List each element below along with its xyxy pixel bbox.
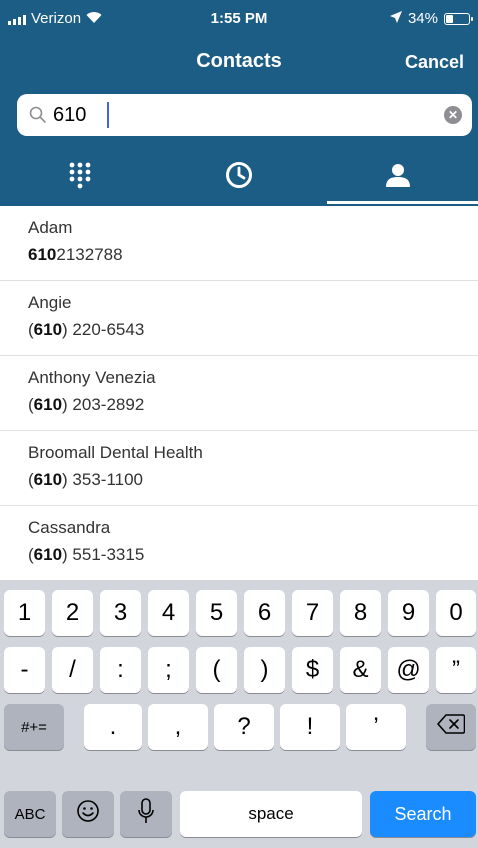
status-bar: Verizon 1:55 PM 34% [0, 0, 478, 36]
key-ampersand[interactable]: & [340, 647, 381, 693]
delete-key[interactable] [426, 704, 476, 750]
key-open-paren[interactable]: ( [196, 647, 237, 693]
key-9[interactable]: 9 [388, 590, 429, 636]
contact-row[interactable]: Anthony Venezia (610) 203-2892 [0, 356, 478, 431]
contact-name: Anthony Venezia [28, 368, 156, 387]
microphone-icon [137, 797, 155, 831]
location-arrow-icon [389, 10, 402, 27]
key-slash[interactable]: / [52, 647, 93, 693]
search-icon [29, 106, 47, 129]
key-at[interactable]: @ [388, 647, 429, 693]
key-dollar[interactable]: $ [292, 647, 333, 693]
key-5[interactable]: 5 [196, 590, 237, 636]
key-0[interactable]: 0 [436, 590, 476, 636]
emoji-key[interactable] [62, 791, 114, 837]
contact-phone: 6102132788 [28, 245, 123, 264]
keyboard-row-digits: 1 2 3 4 5 6 7 8 9 0 [0, 590, 478, 636]
key-4[interactable]: 4 [148, 590, 189, 636]
cancel-button[interactable]: Cancel [405, 52, 464, 73]
key-3[interactable]: 3 [100, 590, 141, 636]
battery-percent: 34% [407, 10, 438, 27]
keypad-icon [68, 161, 92, 194]
search-bar[interactable]: ✕ [17, 94, 472, 136]
key-2[interactable]: 2 [52, 590, 93, 636]
key-6[interactable]: 6 [244, 590, 285, 636]
tab-contacts[interactable] [319, 150, 478, 204]
contact-name: Broomall Dental Health [28, 443, 203, 462]
tab-keypad[interactable] [0, 150, 159, 204]
app-screen: Verizon 1:55 PM 34% Contacts Cancel 610 … [0, 0, 478, 848]
space-key[interactable]: space [180, 791, 362, 837]
key-colon[interactable]: : [100, 647, 141, 693]
contact-row[interactable]: Cassandra (610) 551-3315 [0, 506, 478, 580]
contact-phone: (610) 203-2892 [28, 395, 145, 414]
keyboard-row-bottom: ABC space Search [0, 791, 478, 837]
key-7[interactable]: 7 [292, 590, 333, 636]
keyboard-row-symbols: - / : ; ( ) $ & @ ” [0, 647, 478, 693]
contact-phone: (610) 220-6543 [28, 320, 145, 339]
key-quote[interactable]: ” [436, 647, 476, 693]
key-semicolon[interactable]: ; [148, 647, 189, 693]
key-question[interactable]: ? [214, 704, 274, 750]
tab-bar [0, 150, 478, 204]
key-more-symbols[interactable]: #+= [4, 704, 64, 750]
backspace-icon [437, 713, 466, 741]
contact-row[interactable]: Broomall Dental Health (610) 353-1100 [0, 431, 478, 506]
key-1[interactable]: 1 [4, 590, 45, 636]
search-key[interactable]: Search [370, 791, 476, 837]
clock-icon [225, 161, 253, 194]
contact-name: Cassandra [28, 518, 111, 537]
text-caret [107, 102, 109, 128]
contact-list: Adam 6102132788 Angie (610) 220-6543 Ant… [0, 206, 478, 580]
header: Verizon 1:55 PM 34% Contacts Cancel 610 … [0, 0, 478, 206]
contact-phone: (610) 551-3315 [28, 545, 145, 564]
dictation-key[interactable] [120, 791, 172, 837]
keyboard: 1 2 3 4 5 6 7 8 9 0 - / : ; ( ) $ & @ ” … [0, 580, 478, 848]
search-input[interactable] [53, 100, 433, 130]
contact-row[interactable]: Adam 6102132788 [0, 206, 478, 281]
key-abc[interactable]: ABC [4, 791, 56, 837]
person-icon [385, 163, 411, 192]
contact-name: Adam [28, 218, 73, 237]
contact-phone: (610) 353-1100 [28, 470, 144, 489]
key-comma[interactable]: , [148, 704, 208, 750]
tab-recents[interactable] [159, 150, 318, 204]
emoji-icon [76, 799, 100, 830]
keyboard-row-punctuation: #+= . , ? ! ’ [0, 704, 478, 750]
key-period[interactable]: . [84, 704, 142, 750]
key-hyphen[interactable]: - [4, 647, 45, 693]
key-close-paren[interactable]: ) [244, 647, 285, 693]
key-exclamation[interactable]: ! [280, 704, 340, 750]
key-8[interactable]: 8 [340, 590, 381, 636]
key-apostrophe[interactable]: ’ [346, 704, 406, 750]
battery-icon [444, 12, 473, 25]
contact-name: Angie [28, 293, 72, 312]
contact-row[interactable]: Angie (610) 220-6543 [0, 281, 478, 356]
clear-search-button[interactable]: ✕ [444, 106, 462, 124]
